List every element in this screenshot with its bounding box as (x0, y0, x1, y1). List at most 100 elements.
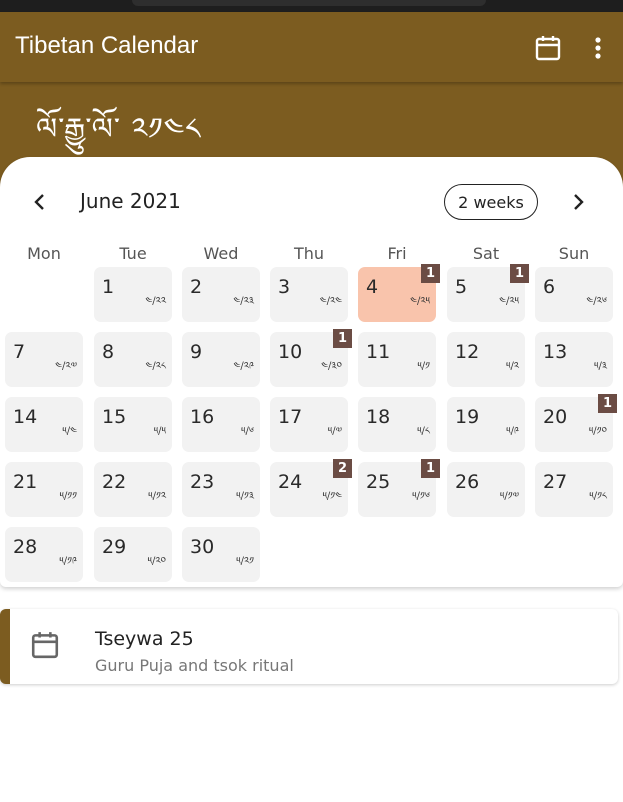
event-title: Tseywa 25 (95, 628, 194, 650)
tibetan-date: ༥/༦ (241, 426, 254, 437)
tibetan-date: ༤/༢༧ (55, 361, 77, 372)
day-number: 15 (102, 406, 127, 428)
tibetan-date: ༥/༡༠ (588, 426, 607, 437)
day-cell[interactable]: 1 ༤/༢༢ (94, 267, 172, 322)
format-toggle-button[interactable]: 2 weeks (444, 184, 538, 220)
weekday-label: Sun (558, 244, 590, 263)
day-cell[interactable]: 2 ༤/༢༣ (182, 267, 260, 322)
day-cell[interactable]: 7 ༤/༢༧ (5, 332, 83, 387)
tibetan-date: ༥/༨ (417, 426, 430, 437)
tibetan-date: ༥/༣ (594, 361, 607, 372)
day-cell[interactable]: 27 ༥/༡༨ (535, 462, 613, 517)
day-cell[interactable]: 22 ༥/༡༢ (94, 462, 172, 517)
day-cell[interactable]: 18 ༥/༨ (358, 397, 436, 452)
tibetan-date: ༤/༢༩ (233, 361, 254, 372)
weekday-label: Mon (27, 244, 61, 263)
tibetan-date: ༥/༤ (62, 426, 77, 437)
tibetan-date: ༤/༢༤ (319, 296, 342, 307)
day-number: 28 (13, 536, 38, 558)
day-number: 7 (13, 341, 26, 363)
calendar-icon (31, 632, 59, 659)
day-number: 4 (366, 276, 379, 298)
event-count-badge: 1 (333, 329, 352, 348)
day-cell[interactable]: 30 ༥/༢༡ (182, 527, 260, 582)
day-number: 6 (543, 276, 556, 298)
status-bar (0, 0, 623, 12)
day-cell[interactable]: 24 ༥/༡༤ 2 (270, 459, 352, 517)
day-number: 1 (102, 276, 115, 298)
day-number: 19 (455, 406, 480, 428)
day-cell[interactable]: 9 ༤/༢༩ (182, 332, 260, 387)
tibetan-date: ༤/༢༢ (145, 296, 166, 307)
day-cell[interactable]: 29 ༥/༢༠ (94, 527, 172, 582)
day-number: 17 (278, 406, 303, 428)
day-cell[interactable]: 14 ༥/༤ (5, 397, 83, 452)
tibetan-date: ༤/༢༥ (410, 296, 430, 307)
day-number: 24 (278, 471, 303, 493)
day-cell[interactable]: 5 ༤/༢༥ 1 (447, 264, 529, 322)
chevron-left-icon[interactable] (28, 190, 52, 214)
day-number: 9 (190, 341, 203, 363)
weekday-label: Sat (472, 244, 500, 263)
tibetan-date: ༥/༡༩ (59, 556, 77, 567)
tibetan-date: ༥/༡༧ (499, 491, 519, 502)
day-number: 8 (102, 341, 115, 363)
event-subtitle: Guru Puja and tsok ritual (95, 656, 294, 675)
tibetan-date: ༥/༡༡ (59, 491, 77, 502)
day-cell[interactable]: 6 ༤/༢༦ (535, 267, 613, 322)
day-number: 25 (366, 471, 391, 493)
day-cell[interactable]: 10 ༤/༣༠ 1 (270, 329, 352, 387)
event-item[interactable]: Tseywa 25 Guru Puja and tsok ritual (0, 609, 618, 684)
tibetan-date: ༥/༡༨ (589, 491, 607, 502)
day-number: 10 (278, 341, 303, 363)
day-cell[interactable]: 23 ༥/༡༣ (182, 462, 260, 517)
day-number: 11 (366, 341, 391, 363)
day-number: 18 (366, 406, 391, 428)
tibetan-date: ༥/༡༣ (236, 491, 254, 502)
tibetan-date: ༤/༢༥ (499, 296, 519, 307)
day-number: 5 (455, 276, 468, 298)
event-count-badge: 2 (333, 459, 352, 478)
weekday-label: Tue (119, 244, 147, 263)
weekday-label: Wed (203, 244, 239, 263)
day-number: 21 (13, 471, 38, 493)
day-cell[interactable]: 13 ༥/༣ (535, 332, 613, 387)
day-number: 23 (190, 471, 215, 493)
day-cell[interactable]: 8 ༤/༢༨ (94, 332, 172, 387)
chevron-right-icon[interactable] (566, 190, 590, 214)
day-cell[interactable]: 15 ༥/༥ (94, 397, 172, 452)
tibetan-date: ༥/༥ (153, 426, 166, 437)
event-count-badge: 1 (510, 264, 529, 283)
notch (132, 0, 486, 6)
day-number: 13 (543, 341, 568, 363)
day-cell[interactable]: 17 ༥/༧ (270, 397, 348, 452)
tibetan-date: ༤/༢༨ (145, 361, 166, 372)
day-cell[interactable]: 20 ༥/༡༠ 1 (535, 394, 617, 452)
tibetan-date: ༥/༡༢ (148, 491, 166, 502)
tibetan-date: ༥/༩ (506, 426, 519, 437)
app-title: Tibetan Calendar (15, 32, 199, 59)
day-cell[interactable]: 19 ༥/༩ (447, 397, 525, 452)
month-label: June 2021 (80, 189, 181, 213)
day-cell[interactable]: 25 ༥/༡༦ 1 (358, 459, 440, 517)
tibetan-date: ༥/༢༠ (147, 556, 166, 567)
day-cell[interactable]: 21 ༥/༡༡ (5, 462, 83, 517)
day-number: 27 (543, 471, 568, 493)
day-cell[interactable]: 12 ༥/༢ (447, 332, 525, 387)
event-count-badge: 1 (421, 459, 440, 478)
day-number: 16 (190, 406, 215, 428)
day-cell[interactable]: 3 ༤/༢༤ (270, 267, 348, 322)
calendar-icon[interactable] (534, 34, 562, 62)
day-number: 30 (190, 536, 215, 558)
more-vert-icon[interactable] (588, 34, 608, 62)
weekday-label: Thu (293, 244, 325, 263)
day-cell[interactable]: 11 ༥/༡ (358, 332, 436, 387)
event-count-badge: 1 (421, 264, 440, 283)
day-cell[interactable]: 26 ༥/༡༧ (447, 462, 525, 517)
day-cell[interactable]: 28 ༥/༡༩ (5, 527, 83, 582)
day-cell[interactable]: 16 ༥/༦ (182, 397, 260, 452)
tibetan-date: ༥/༧ (327, 426, 342, 437)
day-cell[interactable]: 4 ༤/༢༥ 1 (358, 264, 440, 322)
tibetan-date: ༤/༢༣ (233, 296, 254, 307)
tibetan-date: ༥/༢ (505, 361, 519, 372)
